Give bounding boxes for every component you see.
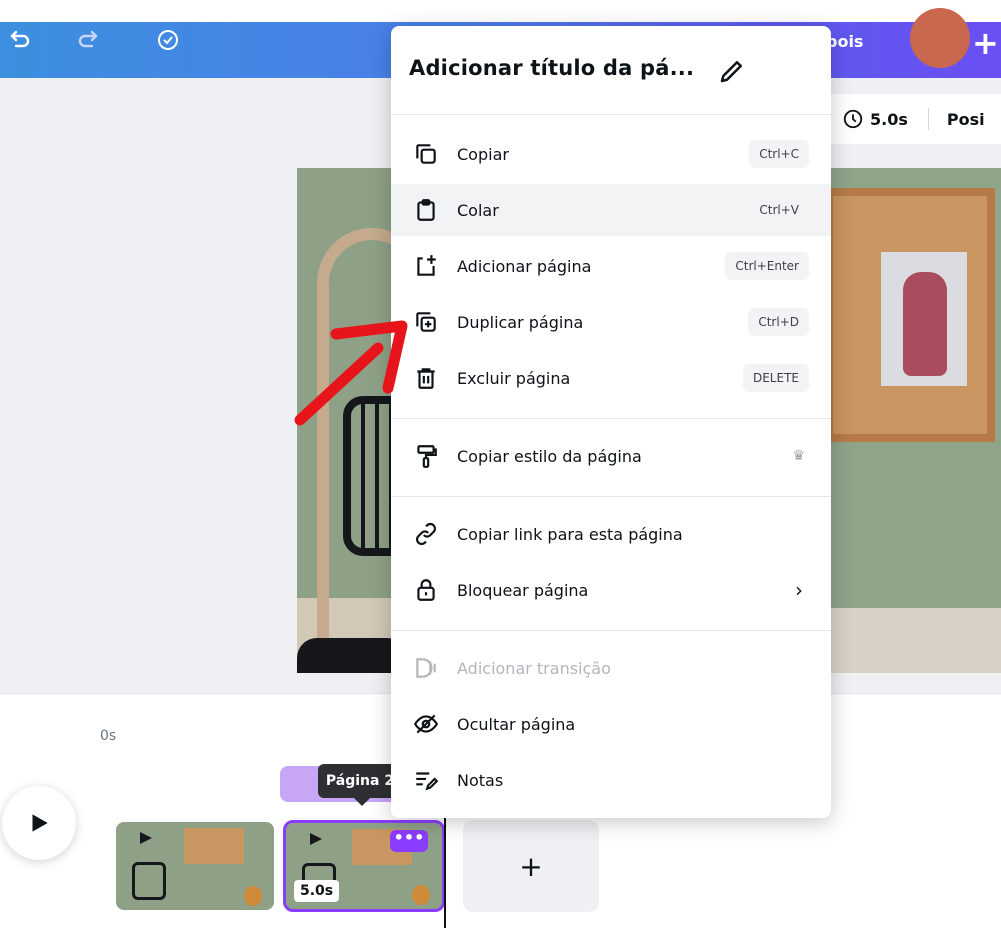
thumb-board <box>184 828 244 864</box>
thumb-plant <box>412 885 430 905</box>
page-thumbnail-1[interactable] <box>116 822 274 910</box>
undo-icon[interactable] <box>6 26 34 54</box>
menu-item-adicionar-transicao: Adicionar transição <box>391 642 831 694</box>
trash-icon <box>417 368 435 389</box>
menu-item-label: Adicionar página <box>457 256 592 276</box>
shortcut-badge: Ctrl+V <box>749 196 809 224</box>
menu-item-label: Excluir página <box>457 368 571 388</box>
share-button-label[interactable]: pois <box>826 32 863 51</box>
menu-item-label: Duplicar página <box>457 312 584 332</box>
add-page-button[interactable]: + <box>463 820 599 912</box>
more-options-button[interactable]: ••• <box>390 830 428 852</box>
thumb-chair <box>132 862 166 900</box>
shortcut-badge: Ctrl+C <box>749 140 809 168</box>
cloud-saved-icon[interactable] <box>154 26 182 54</box>
transition-icon <box>416 658 436 678</box>
menu-item-label: Copiar estilo da página <box>457 446 642 466</box>
menu-item-label: Notas <box>457 770 504 790</box>
menu-item-notas[interactable]: Notas <box>391 754 831 806</box>
menu-divider <box>391 496 831 497</box>
paint-roller-icon <box>417 445 437 468</box>
menu-item-duplicar-pagina[interactable]: Duplicar página Ctrl+D <box>391 296 831 348</box>
menu-item-copiar[interactable]: Copiar Ctrl+C <box>391 128 831 180</box>
lock-icon <box>417 579 435 601</box>
menu-item-colar[interactable]: Colar Ctrl+V <box>391 184 831 236</box>
menu-item-copiar-link[interactable]: Copiar link para esta página <box>391 508 831 560</box>
shortcut-badge: Ctrl+D <box>748 308 809 336</box>
shortcut-badge: Ctrl+Enter <box>725 252 809 280</box>
menu-item-label: Adicionar transição <box>457 658 611 678</box>
page-duration-badge: 5.0s <box>294 880 340 902</box>
menu-item-ocultar-pagina[interactable]: Ocultar página <box>391 698 831 750</box>
duration-label[interactable]: 5.0s <box>870 110 908 129</box>
play-button[interactable] <box>2 786 76 860</box>
annotation-arrow-icon <box>294 320 408 426</box>
paste-icon <box>417 199 435 221</box>
menu-divider <box>391 418 831 419</box>
menu-divider <box>391 114 831 115</box>
shortcut-badge: DELETE <box>742 364 809 392</box>
position-button[interactable]: Posi <box>947 110 985 129</box>
toolbar-divider <box>927 108 929 130</box>
add-page-icon <box>417 255 436 276</box>
timeline-start-time: 0s <box>100 728 117 744</box>
crown-icon: ♛ <box>792 448 805 464</box>
redo-icon[interactable] <box>74 26 102 54</box>
editor-toolbar: 5.0s Posi <box>820 94 1001 144</box>
menu-item-label: Copiar link para esta página <box>457 524 683 544</box>
menu-item-label: Ocultar página <box>457 714 576 734</box>
pencil-icon[interactable] <box>717 56 747 86</box>
playhead[interactable] <box>444 802 446 928</box>
page-context-menu: Adicionar título da pá... Copiar Ctrl+C … <box>391 26 831 818</box>
menu-item-excluir-pagina[interactable]: Excluir página DELETE <box>391 352 831 404</box>
clock-icon[interactable] <box>842 108 864 130</box>
top-strip <box>0 0 1001 22</box>
page-tooltip: Página 2 <box>318 764 402 806</box>
poster-figure <box>903 272 947 376</box>
thumb-plant <box>244 886 262 906</box>
menu-item-bloquear-pagina[interactable]: Bloquear página › <box>391 564 831 616</box>
menu-item-copiar-estilo[interactable]: Copiar estilo da página ♛ <box>391 430 831 482</box>
flag-icon <box>310 833 322 845</box>
menu-divider <box>391 630 831 631</box>
rug <box>827 608 1001 673</box>
menu-item-adicionar-pagina[interactable]: Adicionar página Ctrl+Enter <box>391 240 831 292</box>
flag-icon <box>140 832 152 844</box>
eye-slash-icon <box>413 714 439 734</box>
link-icon <box>416 522 436 546</box>
duplicate-icon <box>416 312 436 332</box>
menu-item-label: Copiar <box>457 144 509 164</box>
menu-item-label: Colar <box>457 200 499 220</box>
play-icon <box>32 814 48 832</box>
plus-icon[interactable]: + <box>972 24 999 62</box>
page-title-field[interactable]: Adicionar título da pá... <box>409 56 694 80</box>
notes-icon <box>416 772 439 791</box>
chevron-right-icon: › <box>795 578 803 602</box>
menu-item-label: Bloquear página <box>457 580 589 600</box>
copy-icon <box>416 144 436 164</box>
avatar[interactable] <box>910 8 970 68</box>
